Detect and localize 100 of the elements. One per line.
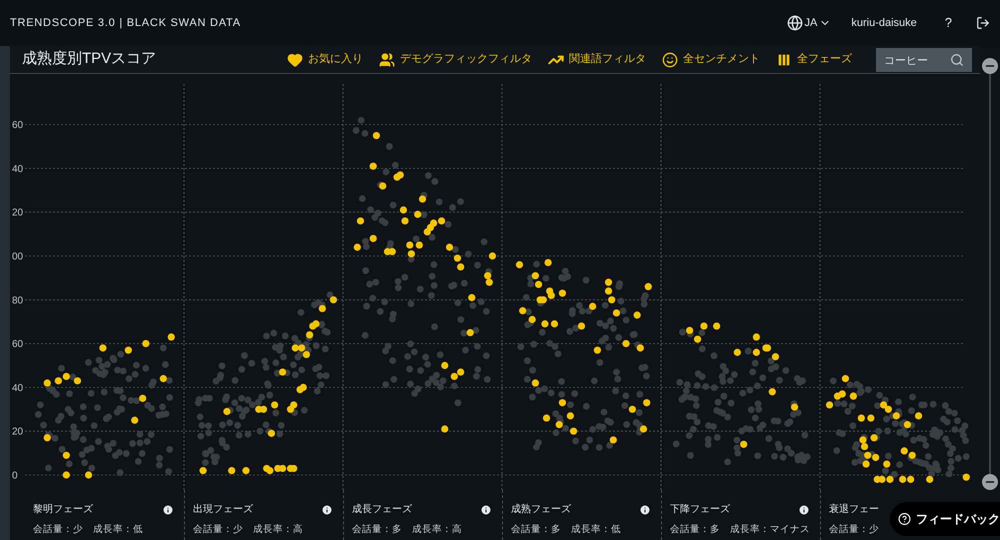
- data-point[interactable]: [306, 331, 314, 338]
- data-point[interactable]: [290, 464, 298, 472]
- feedback-button[interactable]: フィードバック: [890, 502, 1000, 536]
- data-point[interactable]: [558, 399, 566, 406]
- data-point[interactable]: [850, 392, 857, 400]
- data-point[interactable]: [271, 401, 278, 409]
- data-point[interactable]: [372, 132, 380, 140]
- data-point[interactable]: [556, 421, 563, 428]
- data-point[interactable]: [528, 316, 536, 324]
- filter-button[interactable]: お気に入り: [287, 51, 363, 68]
- data-point[interactable]: [450, 372, 458, 380]
- data-point[interactable]: [752, 348, 760, 356]
- data-point[interactable]: [768, 388, 776, 396]
- data-point[interactable]: [268, 430, 276, 437]
- info-icon[interactable]: [639, 504, 651, 516]
- data-point[interactable]: [566, 412, 574, 420]
- info-icon[interactable]: [798, 504, 810, 516]
- data-point[interactable]: [302, 350, 310, 358]
- data-point[interactable]: [388, 248, 396, 256]
- data-point[interactable]: [44, 434, 51, 442]
- data-point[interactable]: [516, 261, 524, 268]
- data-point[interactable]: [589, 302, 596, 310]
- info-icon[interactable]: [162, 504, 174, 516]
- data-point[interactable]: [401, 217, 409, 225]
- data-point[interactable]: [260, 406, 268, 413]
- data-point[interactable]: [298, 344, 306, 352]
- data-point[interactable]: [558, 290, 566, 297]
- data-point[interactable]: [484, 272, 492, 280]
- logout-icon[interactable]: [976, 16, 990, 30]
- filter-button[interactable]: 全フェーズ: [776, 51, 852, 68]
- data-point[interactable]: [62, 372, 70, 380]
- data-point[interactable]: [356, 217, 364, 225]
- data-point[interactable]: [74, 377, 82, 384]
- data-point[interactable]: [636, 344, 644, 352]
- data-point[interactable]: [628, 406, 636, 413]
- data-point[interactable]: [62, 452, 70, 459]
- data-point[interactable]: [772, 353, 780, 360]
- data-point[interactable]: [414, 210, 422, 218]
- zoom-out-button[interactable]: [982, 58, 998, 74]
- data-point[interactable]: [860, 442, 868, 450]
- data-point[interactable]: [908, 452, 916, 459]
- data-point[interactable]: [519, 307, 526, 314]
- data-point[interactable]: [734, 348, 741, 356]
- data-point[interactable]: [300, 384, 307, 391]
- data-point[interactable]: [904, 421, 912, 428]
- data-point[interactable]: [330, 296, 338, 304]
- data-point[interactable]: [713, 322, 720, 330]
- data-point[interactable]: [540, 296, 547, 304]
- data-point[interactable]: [488, 252, 496, 260]
- data-point[interactable]: [396, 171, 404, 179]
- data-point[interactable]: [914, 412, 922, 420]
- data-point[interactable]: [468, 294, 476, 302]
- data-point[interactable]: [622, 340, 630, 348]
- data-point[interactable]: [883, 460, 890, 468]
- filter-button[interactable]: 関連語フィルタ: [548, 51, 646, 68]
- data-point[interactable]: [457, 263, 464, 271]
- data-point[interactable]: [694, 336, 702, 343]
- data-point[interactable]: [826, 401, 834, 409]
- data-point[interactable]: [85, 471, 92, 479]
- data-point[interactable]: [486, 278, 493, 286]
- data-point[interactable]: [292, 344, 299, 352]
- data-point[interactable]: [278, 368, 286, 376]
- data-point[interactable]: [634, 312, 641, 319]
- data-point[interactable]: [764, 344, 772, 352]
- data-point[interactable]: [416, 241, 423, 249]
- data-point[interactable]: [604, 278, 612, 286]
- data-point[interactable]: [438, 217, 446, 225]
- data-point[interactable]: [886, 476, 894, 483]
- data-point[interactable]: [532, 379, 539, 387]
- help-button[interactable]: ?: [944, 13, 952, 33]
- data-point[interactable]: [406, 241, 414, 249]
- data-point[interactable]: [867, 414, 874, 422]
- data-point[interactable]: [408, 250, 415, 258]
- data-point[interactable]: [962, 474, 970, 481]
- data-point[interactable]: [872, 454, 880, 462]
- data-point[interactable]: [790, 404, 798, 411]
- data-point[interactable]: [278, 464, 286, 472]
- data-point[interactable]: [541, 320, 549, 328]
- data-point[interactable]: [578, 322, 586, 330]
- data-point[interactable]: [610, 436, 617, 444]
- data-point[interactable]: [899, 476, 906, 483]
- data-point[interactable]: [124, 346, 132, 354]
- data-point[interactable]: [884, 406, 892, 413]
- data-point[interactable]: [640, 425, 648, 433]
- data-point[interactable]: [542, 414, 550, 422]
- data-point[interactable]: [290, 401, 298, 409]
- data-point[interactable]: [441, 362, 448, 370]
- data-point[interactable]: [752, 333, 760, 341]
- data-point[interactable]: [570, 428, 578, 435]
- data-point[interactable]: [740, 440, 748, 448]
- info-icon[interactable]: [480, 504, 492, 516]
- data-point[interactable]: [370, 162, 377, 170]
- data-point[interactable]: [168, 333, 175, 341]
- data-point[interactable]: [880, 401, 888, 409]
- data-point[interactable]: [418, 195, 426, 203]
- data-point[interactable]: [534, 280, 542, 288]
- data-point[interactable]: [700, 322, 708, 330]
- data-point[interactable]: [608, 296, 616, 304]
- data-point[interactable]: [838, 390, 846, 398]
- data-point[interactable]: [686, 326, 694, 334]
